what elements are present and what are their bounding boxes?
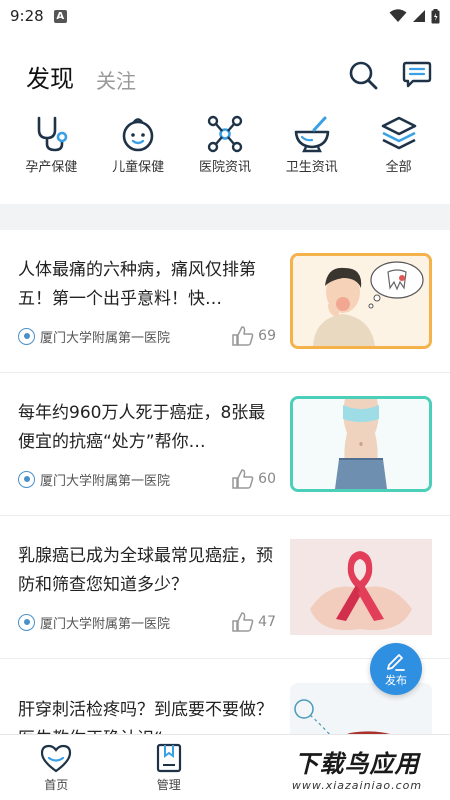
layers-icon	[381, 116, 416, 150]
waist-measure-photo	[293, 399, 429, 489]
top-header: 发现 关注	[0, 32, 450, 102]
like-number: 69	[258, 328, 276, 344]
section-divider	[0, 204, 450, 230]
category-health-news[interactable]: 卫生资讯	[272, 114, 352, 182]
watermark-url: www.xiazainiao.com	[291, 779, 423, 792]
article-feed: 人体最痛的六种病，痛风仅排第五！第一个出乎意料！快… 厦门大学附属第一医院 69	[0, 230, 450, 800]
category-child-care[interactable]: 儿童保健	[98, 114, 178, 182]
hospital-logo-icon	[18, 613, 35, 631]
article-thumbnail[interactable]	[290, 253, 432, 349]
heart-home-icon	[41, 744, 72, 772]
article-source: 厦门大学附属第一医院	[18, 327, 170, 346]
category-label: 医院资讯	[198, 160, 251, 175]
list-item[interactable]: 乳腺癌已成为全球最常见癌症，预防和筛查您知道多少？ 厦门大学附属第一医院 47	[0, 516, 450, 659]
article-source: 厦门大学附属第一医院	[18, 470, 170, 489]
article-title[interactable]: 乳腺癌已成为全球最常见癌症，预防和筛查您知道多少？	[18, 542, 276, 600]
watermark-main: 下载鸟应用	[294, 750, 420, 778]
notification-a-icon: A	[53, 9, 67, 23]
pen-edit-icon	[387, 653, 405, 671]
toothache-illustration	[293, 256, 429, 346]
source-name: 厦门大学附属第一医院	[40, 616, 171, 632]
article-title[interactable]: 每年约960万人死于癌症，8张最便宜的抗癌“处方”帮你…	[18, 399, 276, 457]
status-bar: 9:28 A	[0, 0, 450, 32]
message-icon[interactable]	[402, 61, 432, 89]
signal-icon	[413, 10, 425, 22]
thumbs-up-icon	[232, 469, 254, 489]
category-label: 全部	[385, 160, 412, 175]
source-name: 厦门大学附属第一医院	[40, 330, 171, 346]
hospital-logo-icon	[18, 327, 35, 345]
category-row: 孕产保健 儿童保健 医院资讯 卫生资讯 全部	[0, 102, 450, 182]
tab-follow[interactable]: 关注	[96, 65, 136, 94]
pink-ribbon-photo	[290, 539, 432, 635]
article-thumbnail[interactable]	[290, 539, 432, 635]
nav-manage-label: 管理	[156, 777, 181, 792]
like-count[interactable]: 47	[232, 612, 276, 632]
category-hospital-news[interactable]: 医院资讯	[185, 114, 265, 182]
category-label: 孕产保健	[25, 160, 78, 175]
publish-button[interactable]: 发布	[370, 643, 422, 695]
thumbs-up-icon	[232, 326, 254, 346]
stethoscope-icon	[38, 116, 68, 152]
mortar-icon	[294, 116, 330, 153]
like-number: 60	[258, 471, 276, 487]
wifi-icon	[389, 9, 407, 22]
hospital-logo-icon	[18, 470, 35, 488]
list-item[interactable]: 人体最痛的六种病，痛风仅排第五！第一个出乎意料！快… 厦门大学附属第一医院 69	[0, 230, 450, 373]
tab-discover[interactable]: 发现	[26, 59, 74, 94]
category-label: 卫生资讯	[285, 160, 338, 175]
search-icon[interactable]	[348, 60, 378, 90]
article-source: 厦门大学附属第一医院	[18, 613, 170, 632]
nav-home-label: 首页	[44, 777, 69, 792]
thumbs-up-icon	[232, 612, 254, 632]
category-all[interactable]: 全部	[359, 114, 439, 182]
bookmark-book-icon	[156, 743, 181, 772]
nav-manage[interactable]: 管理	[114, 735, 224, 800]
article-title[interactable]: 人体最痛的六种病，痛风仅排第五！第一个出乎意料！快…	[18, 256, 276, 314]
publish-label: 发布	[385, 673, 407, 687]
category-label: 儿童保健	[112, 160, 165, 175]
battery-icon	[431, 8, 440, 23]
list-item[interactable]: 每年约960万人死于癌症，8张最便宜的抗癌“处方”帮你… 厦门大学附属第一医院 …	[0, 373, 450, 516]
baby-icon	[122, 118, 154, 152]
article-thumbnail[interactable]	[290, 396, 432, 492]
like-count[interactable]: 60	[232, 469, 276, 489]
like-count[interactable]: 69	[232, 326, 276, 346]
source-name: 厦门大学附属第一医院	[40, 473, 171, 489]
nav-home[interactable]: 首页	[1, 735, 111, 800]
status-time: 9:28	[10, 7, 44, 25]
watermark: 下载鸟应用 www.xiazainiao.com	[268, 738, 446, 798]
like-number: 47	[258, 614, 276, 630]
category-maternal-care[interactable]: 孕产保健	[11, 114, 91, 182]
molecule-icon	[207, 115, 243, 153]
